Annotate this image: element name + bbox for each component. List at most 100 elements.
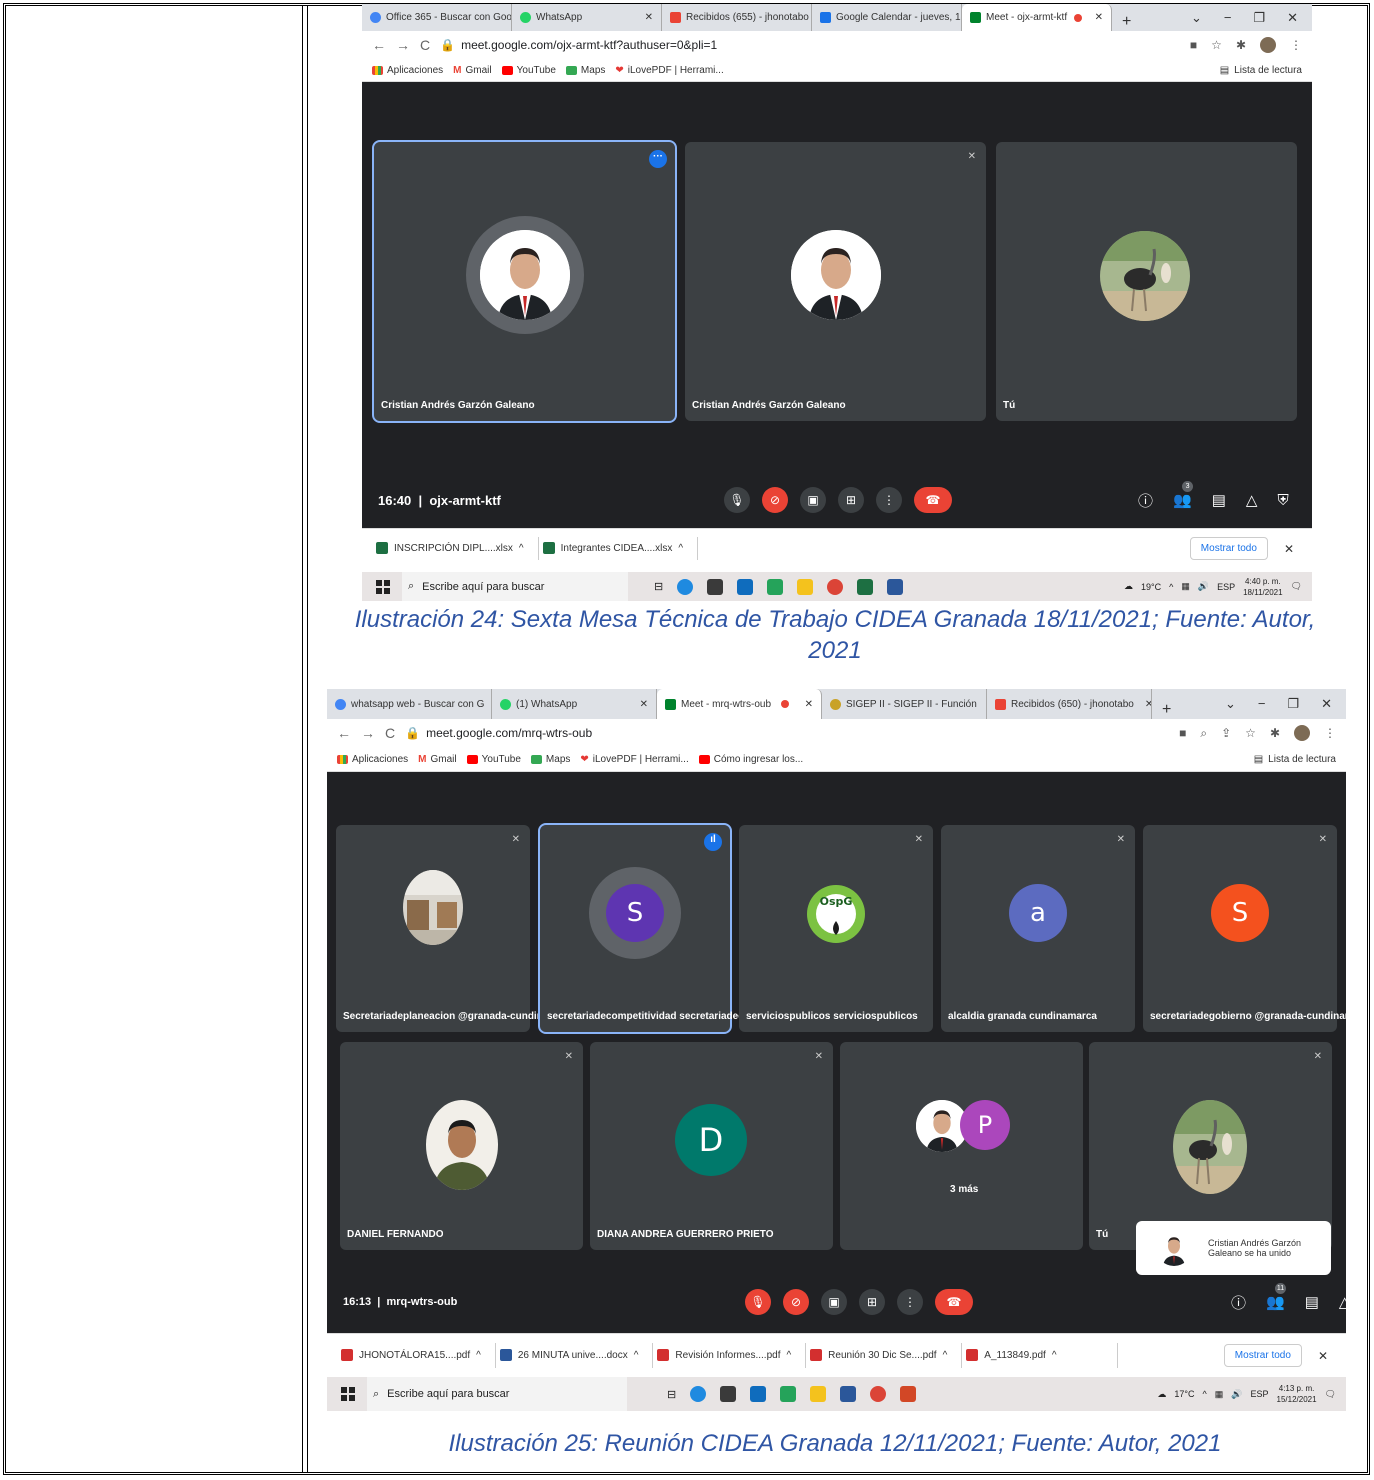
menu-icon[interactable]: ⋮ [1290, 38, 1302, 52]
new-tab-icon[interactable]: + [1112, 13, 1141, 31]
clock[interactable]: 4:40 p. m. 18/11/2021 [1243, 576, 1282, 598]
notifications-icon[interactable]: 🗨 [1291, 581, 1302, 592]
url-field[interactable]: 🔒 meet.google.com/mrq-wtrs-oub [405, 726, 592, 740]
bookmark-como-ingresar[interactable]: Cómo ingresar los... [698, 754, 803, 765]
chat-icon[interactable]: ▤ [1305, 1293, 1319, 1311]
mic-button[interactable]: 🎙 [724, 487, 750, 513]
task-view-icon[interactable]: ⊟ [654, 580, 663, 593]
store-icon[interactable] [707, 578, 724, 595]
edge-icon[interactable] [690, 1386, 707, 1402]
browser-tab-active[interactable]: Meet - ojx-armt-ktf ✕ [962, 4, 1112, 31]
end-call-button[interactable]: ☎ [914, 487, 952, 513]
bookmark-youtube[interactable]: YouTube [466, 754, 521, 765]
chevron-up-icon[interactable]: ^ [519, 543, 524, 554]
camera-icon[interactable]: ■ [1190, 38, 1197, 52]
participant-tile-more[interactable]: P 3 más [840, 1042, 1083, 1250]
present-button[interactable]: ⊞ [859, 1289, 885, 1315]
extensions-icon[interactable]: ✱ [1236, 38, 1246, 52]
download-item[interactable]: Revisión Informes....pdf ^ [653, 1342, 807, 1369]
participant-tile[interactable]: ✕ S secretariadegobierno @granada-cundin… [1143, 825, 1346, 1032]
volume-icon[interactable]: 🔊 [1198, 581, 1209, 592]
url-field[interactable]: 🔒 meet.google.com/ojx-armt-ktf?authuser=0… [440, 38, 717, 52]
camera-icon[interactable]: ■ [1179, 726, 1186, 740]
network-icon[interactable]: ▦ [1181, 581, 1190, 592]
participant-tile[interactable]: ✕ OspG serviciospublicos serviciospublic… [739, 825, 933, 1032]
powerpoint-icon[interactable] [900, 1386, 917, 1402]
forward-icon[interactable]: → [361, 725, 375, 741]
maximize-icon[interactable]: ❐ [1287, 696, 1299, 712]
edge-icon[interactable] [677, 578, 694, 595]
taskbar-search[interactable]: ⌕ Escribe aquí para buscar [402, 572, 628, 601]
extensions-icon[interactable]: ✱ [1270, 726, 1280, 740]
camera-off-button[interactable]: ⊘ [762, 487, 788, 513]
show-all-button[interactable]: Mostrar todo [1223, 1344, 1302, 1367]
file-explorer-icon[interactable] [810, 1386, 827, 1402]
browser-tab[interactable]: whatsapp web - Buscar con G✕ [327, 689, 492, 719]
word-icon[interactable] [840, 1386, 857, 1402]
reading-list-button[interactable]: ▤ Lista de lectura [1254, 754, 1336, 765]
people-icon[interactable]: 👥 3 [1173, 481, 1194, 509]
bookmark-youtube[interactable]: YouTube [501, 65, 556, 76]
download-item[interactable]: 26 MINUTA unive....docx ^ [496, 1342, 654, 1369]
info-icon[interactable]: ⓘ [1231, 1292, 1246, 1313]
download-item[interactable]: Integrantes CIDEA....xlsx ^ [539, 536, 699, 561]
browser-tab[interactable]: Recibidos (650) - jhonotabo✕ [987, 689, 1152, 719]
bookmark-apps[interactable]: Aplicaciones [372, 65, 443, 76]
participant-tile[interactable]: ✕ DANIEL FERNANDO [340, 1042, 583, 1250]
close-tab-icon[interactable]: ✕ [1089, 12, 1103, 23]
tray-chevron-icon[interactable]: ^ [1169, 582, 1173, 592]
participant-tile-self[interactable]: Tú [996, 142, 1297, 421]
captions-button[interactable]: ▣ [821, 1289, 847, 1315]
bookmark-apps[interactable]: Aplicaciones [337, 754, 408, 765]
camera-off-button[interactable]: ⊘ [783, 1289, 809, 1315]
participant-tile[interactable]: ıl S secretariadecompetitividad secretar… [538, 823, 773, 1034]
star-icon[interactable]: ☆ [1211, 38, 1222, 52]
download-item[interactable]: INSCRIPCIÓN DIPL....xlsx ^ [372, 536, 539, 561]
volume-icon[interactable]: 🔊 [1231, 1389, 1242, 1400]
minimize-icon[interactable]: − [1224, 10, 1232, 26]
new-tab-icon[interactable]: + [1152, 701, 1181, 719]
browser-tab[interactable]: (1) WhatsApp ✕ [492, 689, 657, 719]
show-all-button[interactable]: Mostrar todo [1189, 537, 1268, 560]
excel-icon[interactable] [857, 578, 874, 595]
chrome-icon[interactable] [870, 1386, 887, 1402]
word-icon[interactable] [887, 578, 904, 595]
network-icon[interactable]: ▦ [1215, 1389, 1224, 1400]
chevron-up-icon[interactable]: ^ [476, 1350, 481, 1361]
share-icon[interactable]: ⇪ [1221, 726, 1231, 740]
browser-tab[interactable]: Office 365 - Buscar con Goo✕ [362, 4, 512, 31]
chevron-down-icon[interactable]: ⌄ [1191, 10, 1202, 26]
reading-list-button[interactable]: ▤ Lista de lectura [1220, 65, 1302, 76]
taskbar-search[interactable]: ⌕ Escribe aquí para buscar [367, 1377, 627, 1411]
chevron-up-icon[interactable]: ^ [786, 1350, 791, 1361]
participant-tile-self[interactable]: ✕ Tú [1089, 1042, 1332, 1250]
reload-icon[interactable]: C [420, 37, 430, 53]
bookmark-gmail[interactable]: M Gmail [418, 754, 456, 765]
bookmark-ilovepdf[interactable]: ❤ iLovePDF | Herrami... [615, 65, 723, 76]
download-item[interactable]: JHONOTÁLORA15....pdf ^ [337, 1342, 496, 1369]
browser-tab[interactable]: SIGEP II - SIGEP II - Función✕ [822, 689, 987, 719]
reload-icon[interactable]: C [385, 725, 395, 741]
download-item[interactable]: A_113849.pdf ^ [962, 1342, 1118, 1369]
close-tab-icon[interactable]: ✕ [634, 699, 648, 710]
captions-button[interactable]: ▣ [800, 487, 826, 513]
close-window-icon[interactable]: ✕ [1287, 10, 1298, 26]
end-call-button[interactable]: ☎ [935, 1289, 973, 1315]
browser-tab-active[interactable]: Meet - mrq-wtrs-oub ✕ [657, 689, 822, 719]
close-downloads-icon[interactable]: ✕ [1268, 542, 1302, 556]
star-icon[interactable]: ☆ [1245, 726, 1256, 740]
chevron-up-icon[interactable]: ^ [943, 1350, 948, 1361]
chevron-up-icon[interactable]: ^ [1052, 1350, 1057, 1361]
maximize-icon[interactable]: ❐ [1253, 10, 1265, 26]
browser-tab[interactable]: Recibidos (655) - jhonotabo✕ [662, 4, 812, 31]
chevron-up-icon[interactable]: ^ [678, 543, 683, 554]
participant-tile[interactable]: ✕ Secretariadeplaneacion @granada-cundin… [336, 825, 571, 1032]
mic-off-button[interactable]: 🎙 [745, 1289, 771, 1315]
bookmark-gmail[interactable]: M Gmail [453, 65, 491, 76]
windows-start-icon[interactable] [376, 579, 390, 594]
bookmark-maps[interactable]: Maps [530, 754, 570, 765]
participant-tile[interactable]: ✕ D DIANA ANDREA GUERRERO PRIETO [590, 1042, 833, 1250]
zoom-icon[interactable]: ⌕ [1200, 726, 1207, 741]
close-tab-icon[interactable]: ✕ [639, 12, 653, 23]
close-window-icon[interactable]: ✕ [1321, 696, 1332, 712]
